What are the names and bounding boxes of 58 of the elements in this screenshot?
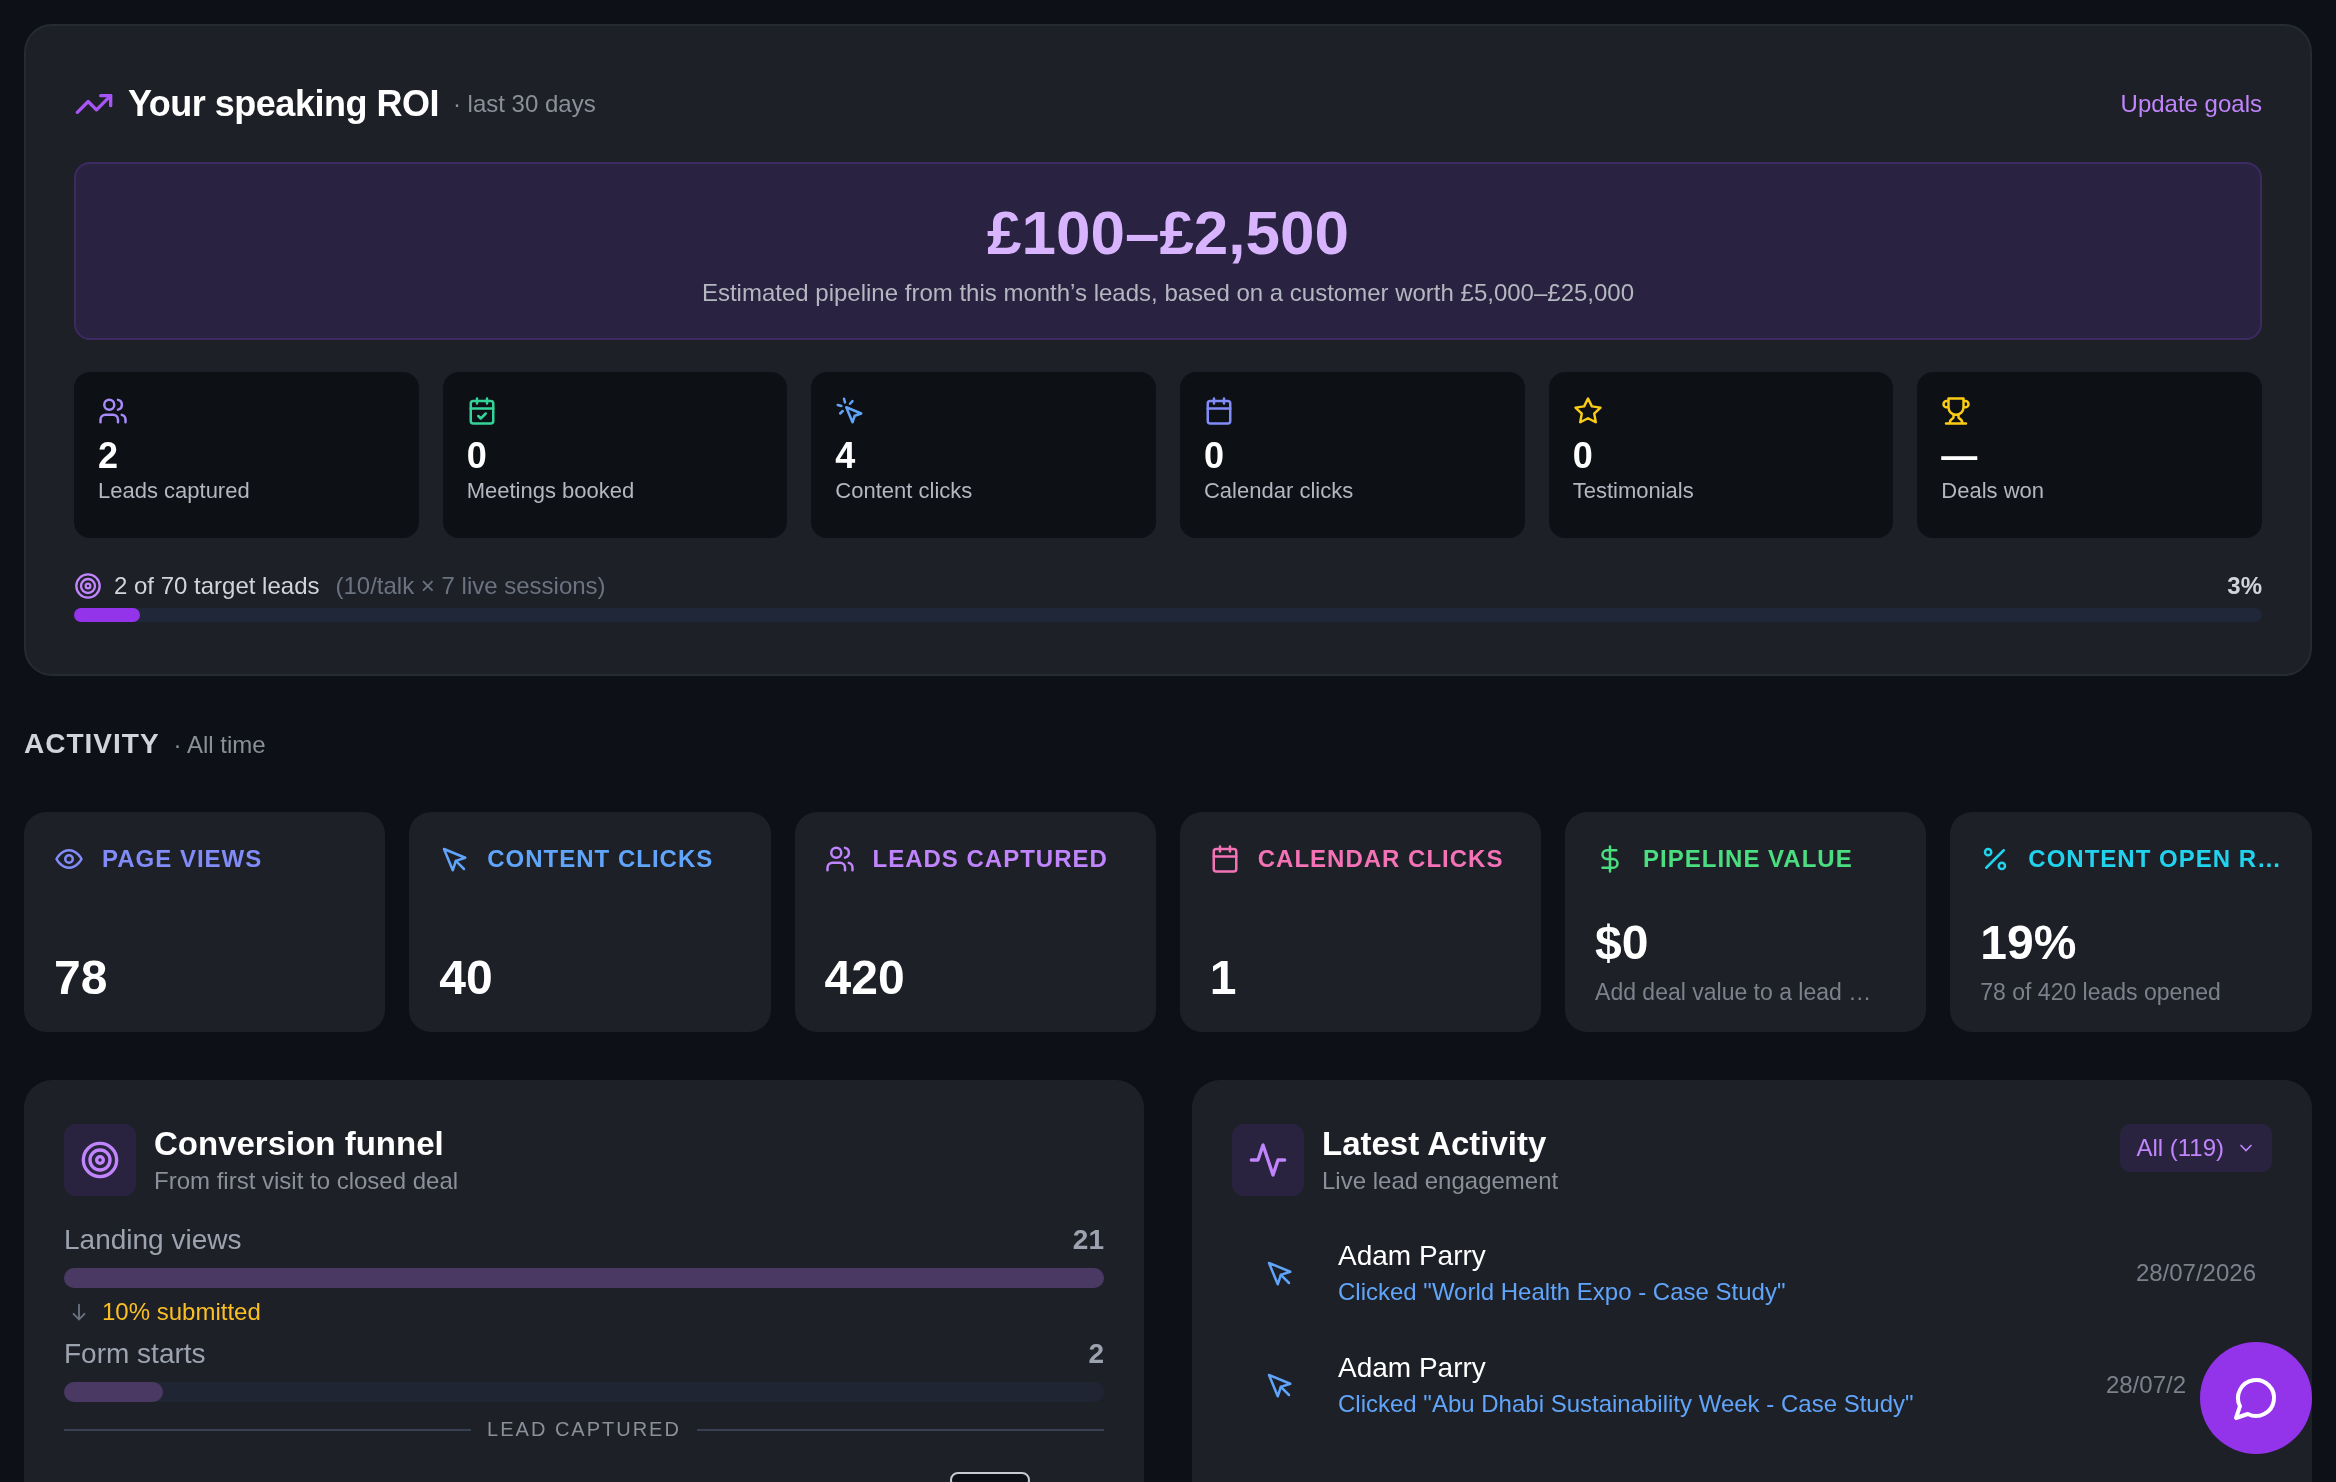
section-title: ACTIVITY [24, 728, 160, 760]
activity-link[interactable]: Clicked "World Health Expo - Case Study" [1338, 1278, 2092, 1306]
panel-subtitle: Live lead engagement [1322, 1167, 1559, 1195]
activity-date: 28/07/2026 [2135, 1259, 2256, 1287]
stat-value: — [1941, 436, 1978, 476]
metric-note: 78 of 420 leads opened [1980, 979, 2222, 1006]
panel-subtitle: From first visit to closed deal [154, 1167, 459, 1195]
metric-label: CONTENT OPEN R… [2028, 845, 2282, 873]
metric-label: PIPELINE VALUE [1643, 845, 1853, 873]
metric-label: CONTENT CLICKS [487, 845, 714, 873]
metric-label: LEADS CAPTURED [872, 845, 1108, 873]
stat-label: Deals won [1941, 478, 2045, 504]
conversion-rate: 10% submitted [102, 1298, 261, 1326]
stage-label: Form starts [64, 1338, 206, 1370]
metric-value: 40 [439, 950, 494, 1006]
metric-note: Add deal value to a lead … [1595, 979, 1873, 1006]
stat-value: 4 [835, 436, 856, 476]
activity-link[interactable]: Clicked "Abu Dhabi Sustainability Week - Case Study" [1338, 1390, 2062, 1418]
lead-name: Adam Parry [1338, 1240, 1487, 1272]
panel-title: Conversion funnel [154, 1125, 445, 1163]
target-icon [74, 572, 102, 600]
activity-date: 28/07/2 [2105, 1371, 2186, 1399]
stat-label: Calendar clicks [1204, 478, 1354, 504]
stat-label: Testimonials [1572, 478, 1694, 504]
metric-value: $0 [1595, 915, 1650, 971]
target-label: 2 of 70 target leads [114, 572, 320, 600]
update-goals-link[interactable]: Update goals [2120, 90, 2262, 118]
target-percent: 3% [2227, 572, 2262, 600]
stat-value: 2 [98, 436, 119, 476]
estimate-value: £100–£2,500 [986, 197, 1349, 269]
section-title: Your speaking ROI [128, 83, 439, 125]
metric-value: 1 [1209, 950, 1238, 1006]
people-icon [824, 844, 855, 874]
stage-count: 21 [1072, 1224, 1104, 1256]
calendar-icon [1209, 844, 1240, 874]
stage-label: Landing views [64, 1224, 242, 1256]
stat-label: Meetings booked [466, 478, 635, 504]
lead-name: Adam Parry [1338, 1352, 1487, 1384]
target-icon [64, 1124, 136, 1196]
stat-value: 0 [1204, 436, 1224, 476]
panel-title: Latest Activity [1322, 1125, 1548, 1163]
pulse-icon [1232, 1124, 1304, 1196]
metric-value: 78 [54, 950, 109, 1006]
metric-value: 420 [824, 950, 906, 1006]
stat-label: Leads captured [98, 478, 250, 504]
estimate-caption: Estimated pipeline from this month’s leads, based on a customer worth £5,000–£25,000 [701, 279, 1635, 307]
metric-label: CALENDAR CLICKS [1257, 845, 1504, 873]
filter-dropdown[interactable]: All (119) [2120, 1124, 2272, 1172]
period-label: · last 30 days [452, 90, 596, 118]
stage-divider-label: LEAD CAPTURED [487, 1418, 681, 1441]
stat-value: 0 [466, 436, 487, 476]
stage-count: 2 [1088, 1338, 1104, 1370]
stat-value: 0 [1572, 436, 1593, 476]
period-label: · All time [173, 731, 266, 759]
metric-value: 19% [1980, 915, 2078, 971]
target-detail: (10/talk × 7 live sessions) [335, 572, 606, 600]
stat-label: Content clicks [835, 478, 973, 504]
metric-label: PAGE VIEWS [102, 845, 263, 873]
